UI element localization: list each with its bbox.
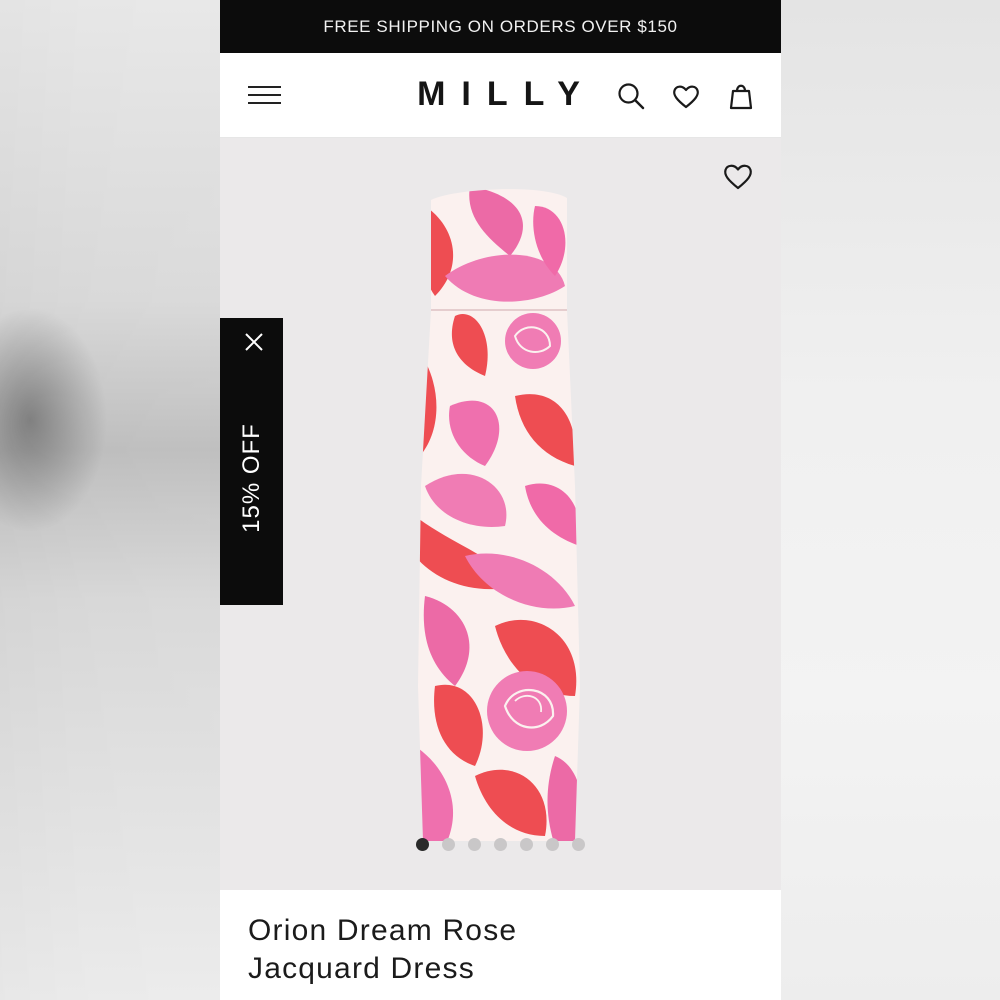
carousel-dot[interactable] (520, 838, 533, 851)
wishlist-heart-icon[interactable] (722, 160, 754, 192)
carousel-dot[interactable] (468, 838, 481, 851)
background-left (0, 0, 220, 1000)
close-icon[interactable] (243, 331, 265, 353)
product-title-line1: Orion Dream Rose (248, 914, 518, 947)
bag-icon[interactable] (726, 81, 756, 111)
background-right (781, 0, 1000, 1000)
product-gallery[interactable] (220, 138, 781, 890)
carousel-dot[interactable] (416, 838, 429, 851)
image-carousel-dots[interactable] (416, 838, 585, 852)
promo-banner[interactable]: FREE SHIPPING ON ORDERS OVER $150 (220, 0, 781, 53)
phone-screen: FREE SHIPPING ON ORDERS OVER $150 MILLY (220, 0, 781, 1000)
search-icon[interactable] (616, 81, 646, 111)
product-title: Orion Dream Rose Jacquard Dress (248, 912, 748, 988)
carousel-dot[interactable] (546, 838, 559, 851)
product-title-line2: Jacquard Dress (248, 952, 475, 985)
carousel-dot[interactable] (494, 838, 507, 851)
promo-text: FREE SHIPPING ON ORDERS OVER $150 (323, 16, 678, 36)
heart-icon[interactable] (671, 81, 701, 111)
product-info: Orion Dream Rose Jacquard Dress (220, 890, 781, 1000)
carousel-dot[interactable] (442, 838, 455, 851)
site-header: MILLY (220, 53, 781, 138)
discount-popup-tab[interactable]: 15% OFF (220, 318, 283, 605)
product-image-dress (418, 189, 580, 841)
carousel-dot[interactable] (572, 838, 585, 851)
discount-label[interactable]: 15% OFF (238, 423, 266, 533)
